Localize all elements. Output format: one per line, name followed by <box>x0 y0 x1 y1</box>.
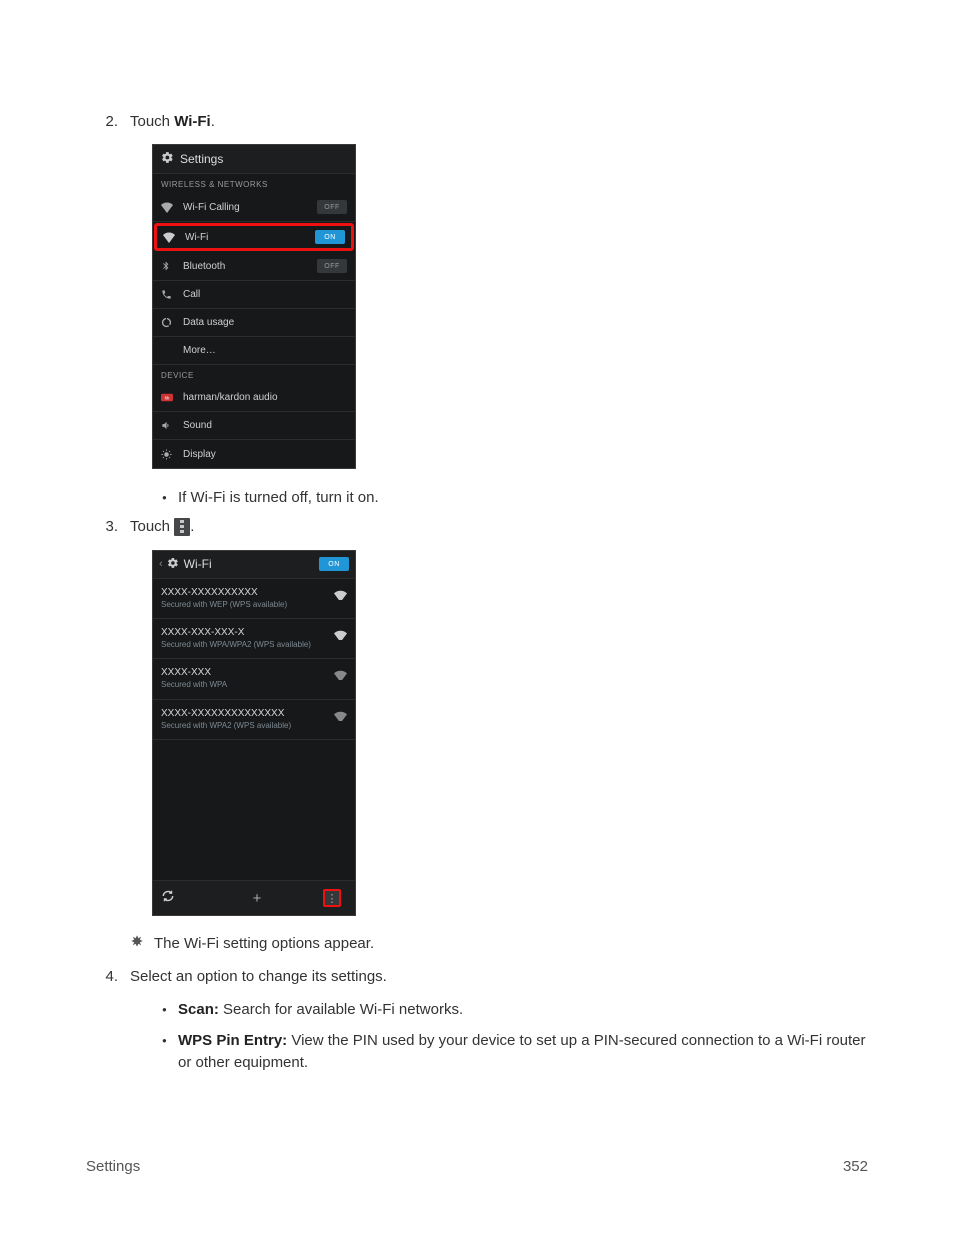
wps-button[interactable] <box>161 889 191 907</box>
gear-icon <box>161 151 174 167</box>
wifi-signal-icon <box>328 627 347 643</box>
row-wifi-highlighted[interactable]: Wi-Fi ON <box>154 223 354 251</box>
row-display[interactable]: Display <box>153 440 355 468</box>
step-2: 2. Touch Wi-Fi. <box>86 113 868 130</box>
footer-page-number: 352 <box>843 1158 868 1175</box>
step-4-sub-bullets: ● Scan: Search for available Wi-Fi netwo… <box>156 999 868 1075</box>
wifi-icon <box>163 231 179 243</box>
wifi-ssid: XXXX-XXXXXXXXXXXXXX <box>161 708 328 719</box>
wifi-signal-icon <box>328 667 347 683</box>
menu-overflow-icon <box>174 518 190 536</box>
empty-area <box>153 740 355 880</box>
row-more[interactable]: More… <box>153 337 355 365</box>
wifi-security: Secured with WEP (WPS available) <box>161 600 328 610</box>
step-3: 3. Touch . <box>86 518 868 536</box>
wifi-security: Secured with WPA <box>161 680 328 690</box>
wifi-signal-icon <box>328 587 347 603</box>
step-number: 3. <box>86 518 130 535</box>
row-call[interactable]: Call <box>153 281 355 309</box>
wifi-ssid: XXXX-XXX-XXX-X <box>161 627 328 638</box>
wifi-ssid: XXXX-XXXXXXXXXX <box>161 587 328 598</box>
result-line: The Wi-Fi setting options appear. <box>130 934 868 952</box>
back-icon[interactable]: ‹ <box>159 558 163 570</box>
wifi-security: Secured with WPA2 (WPS available) <box>161 721 328 731</box>
settings-title: Settings <box>180 152 223 166</box>
wifi-bottom-bar: + ⋮ <box>153 880 355 915</box>
step-text: Select an option to change its settings. <box>130 968 868 985</box>
settings-header: Settings <box>153 145 355 174</box>
bluetooth-icon <box>161 260 177 272</box>
toggle-off[interactable]: OFF <box>317 259 347 273</box>
toggle-off[interactable]: OFF <box>317 200 347 214</box>
screenshot-wifi-list: ‹ Wi-Fi ON XXXX-XXXXXXXXXX Secured with … <box>152 550 868 917</box>
bullet-text: If Wi-Fi is turned off, turn it on. <box>178 487 868 510</box>
sound-icon <box>161 420 177 431</box>
step-number: 2. <box>86 113 130 130</box>
wifi-ssid: XXXX-XXX <box>161 667 328 678</box>
data-usage-icon <box>161 317 177 328</box>
wifi-security: Secured with WPA/WPA2 (WPS available) <box>161 640 328 650</box>
row-bluetooth[interactable]: Bluetooth OFF <box>153 252 355 281</box>
display-icon <box>161 449 177 460</box>
gear-icon <box>167 557 179 572</box>
hk-icon: hk <box>161 393 177 402</box>
wifi-network-item[interactable]: XXXX-XXX-XXX-X Secured with WPA/WPA2 (WP… <box>153 619 355 659</box>
row-sound[interactable]: Sound <box>153 412 355 440</box>
section-wireless-networks: WIRELESS & NETWORKS <box>153 174 355 193</box>
svg-text:hk: hk <box>165 395 171 400</box>
wifi-calling-icon <box>161 201 177 213</box>
row-wifi-calling[interactable]: Wi-Fi Calling OFF <box>153 193 355 222</box>
bullet-icon: ● <box>156 999 178 1022</box>
footer-section: Settings <box>86 1158 140 1175</box>
bullet-icon: ● <box>156 1030 178 1075</box>
toggle-on[interactable]: ON <box>315 230 345 244</box>
section-device: DEVICE <box>153 365 355 384</box>
wifi-network-item[interactable]: XXXX-XXX Secured with WPA <box>153 659 355 699</box>
step-text: Touch Wi-Fi. <box>130 113 868 130</box>
page-footer: Settings 352 <box>86 1158 868 1175</box>
bullet-icon: ● <box>156 487 178 510</box>
row-harman-kardon[interactable]: hk harman/kardon audio <box>153 384 355 412</box>
result-icon <box>130 934 154 952</box>
bullet-text: WPS Pin Entry: View the PIN used by your… <box>178 1030 868 1075</box>
phone-icon <box>161 289 177 300</box>
wifi-title: Wi-Fi <box>184 557 319 571</box>
menu-overflow-highlighted[interactable]: ⋮ <box>323 889 341 907</box>
screenshot-settings: Settings WIRELESS & NETWORKS Wi-Fi Calli… <box>152 144 868 469</box>
row-data-usage[interactable]: Data usage <box>153 309 355 337</box>
toggle-on[interactable]: ON <box>319 557 349 571</box>
step-2-sub-bullets: ● If Wi-Fi is turned off, turn it on. <box>156 487 868 510</box>
step-4: 4. Select an option to change its settin… <box>86 968 868 985</box>
step-number: 4. <box>86 968 130 985</box>
wifi-header: ‹ Wi-Fi ON <box>153 551 355 579</box>
add-network-button[interactable]: + <box>191 890 323 907</box>
wifi-network-item[interactable]: XXXX-XXXXXXXXXXXXXX Secured with WPA2 (W… <box>153 700 355 740</box>
step-text: Touch . <box>130 518 868 536</box>
bullet-text: Scan: Search for available Wi-Fi network… <box>178 999 868 1022</box>
wifi-network-item[interactable]: XXXX-XXXXXXXXXX Secured with WEP (WPS av… <box>153 579 355 619</box>
wifi-signal-icon <box>328 708 347 724</box>
